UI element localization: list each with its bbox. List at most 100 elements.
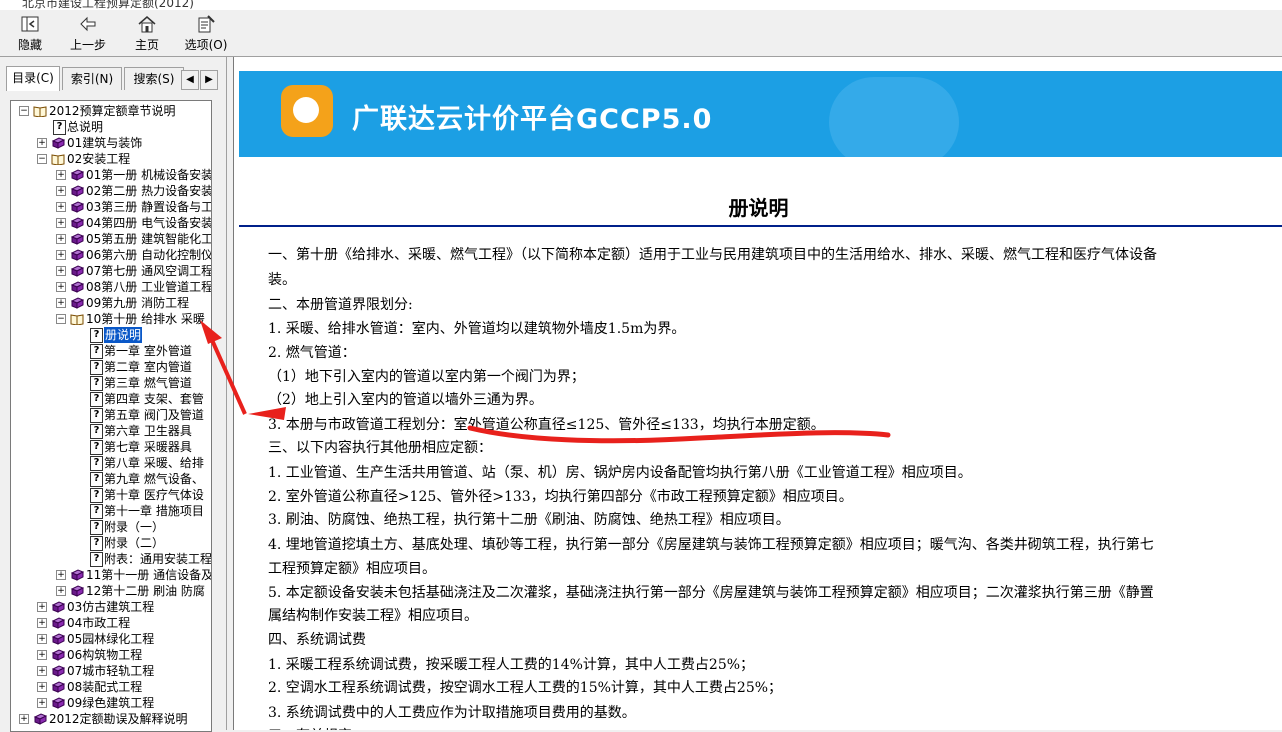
tab-scroll-left-button[interactable]: ◀ [181, 70, 199, 90]
pane-splitter[interactable] [226, 57, 233, 730]
tree-item-label: 第二章 室内管道 [104, 360, 192, 374]
book-icon [51, 665, 65, 677]
tree-item-label: 12第十二册 刷油 防腐 [86, 584, 205, 598]
expand-icon[interactable]: + [37, 602, 47, 612]
expand-icon[interactable]: + [56, 202, 66, 212]
tree-item-label: 08第八册 工业管道工程 [86, 280, 212, 294]
tree-item-label: 第七章 采暖器具 [104, 440, 192, 454]
tree-item[interactable]: ? 第二章 室内管道 [11, 359, 211, 375]
expand-icon[interactable]: + [37, 666, 47, 676]
book-icon [51, 617, 65, 629]
tree-item[interactable]: +05第五册 建筑智能化工 [11, 231, 211, 247]
document-paragraph: 一、第十册《给排水、采暖、燃气工程》（以下简称本定额）适用于工业与民用建筑项目中… [268, 247, 1157, 263]
expand-icon[interactable]: + [37, 698, 47, 708]
expand-icon[interactable]: + [37, 138, 47, 148]
hide-button[interactable]: 隐藏 [14, 12, 46, 54]
tree-item[interactable]: +12第十二册 刷油 防腐 [11, 583, 211, 599]
tree-item[interactable]: − 10第十册 给排水 采暖 [11, 311, 211, 327]
document-paragraph: 4. 埋地管道挖填土方、基底处理、填砂等工程，执行第一部分《房屋建筑与装饰工程预… [268, 537, 1154, 553]
tree-item[interactable]: ? 第十一章 措施项目 [11, 503, 211, 519]
tree-item[interactable]: − 2012预算定额章节说明 [11, 103, 211, 119]
tree-item[interactable]: +09第九册 消防工程 [11, 295, 211, 311]
book-icon [33, 713, 47, 725]
title-bar: 北京市建设工程预算定额(2012) [0, 0, 1282, 10]
tree-item[interactable]: +01建筑与装饰 [11, 135, 211, 151]
back-button[interactable]: 上一步 [68, 12, 108, 54]
tree-item[interactable]: ? 第三章 燃气管道 [11, 375, 211, 391]
tree-item[interactable]: ? 第五章 阀门及管道 [11, 407, 211, 423]
tree-item[interactable]: ? 第一章 室外管道 [11, 343, 211, 359]
help-page-icon: ? [90, 424, 103, 439]
document-paragraph: 三、以下内容执行其他册相应定额： [268, 440, 492, 456]
tree-item[interactable]: +07第七册 通风空调工程 [11, 263, 211, 279]
tree-item-label: 03仿古建筑工程 [67, 600, 155, 614]
tree-item[interactable]: ? 第四章 支架、套管 [11, 391, 211, 407]
expand-icon[interactable]: + [37, 650, 47, 660]
tab-scroll-right-button[interactable]: ▶ [200, 70, 218, 90]
book-icon [70, 249, 84, 261]
tree-item[interactable]: +04第四册 电气设备安装 [11, 215, 211, 231]
expand-icon[interactable]: + [19, 714, 29, 724]
expand-icon[interactable]: + [56, 570, 66, 580]
tree-item[interactable]: +2012定额勘误及解释说明 [11, 711, 211, 727]
tab-search[interactable]: 搜索(S) [124, 67, 184, 90]
expand-icon[interactable]: + [56, 170, 66, 180]
tree-item[interactable]: ? 第九章 燃气设备、 [11, 471, 211, 487]
tree-item[interactable]: ? 第七章 采暖器具 [11, 439, 211, 455]
hide-icon [21, 16, 39, 32]
options-icon [198, 15, 215, 33]
tab-index[interactable]: 索引(N) [62, 67, 122, 90]
tree-item[interactable]: ? 第六章 卫生器具 [11, 423, 211, 439]
tree-item[interactable]: ? 第八章 采暖、给排 [11, 455, 211, 471]
tab-contents[interactable]: 目录(C) [6, 66, 60, 91]
expand-icon[interactable]: + [37, 618, 47, 628]
book-icon [70, 281, 84, 293]
tree-item-label: 第一章 室外管道 [104, 344, 192, 358]
expand-icon[interactable]: + [56, 186, 66, 196]
tree-item[interactable]: +05园林绿化工程 [11, 631, 211, 647]
tree-item[interactable]: +02第二册 热力设备安装 [11, 183, 211, 199]
collapse-icon[interactable]: − [37, 154, 47, 164]
tree-item[interactable]: ? 附录（二） [11, 535, 211, 551]
expand-icon[interactable]: + [56, 218, 66, 228]
contents-tree[interactable]: −2012预算定额章节说明? 总说明 +01建筑与装饰 −02安装工程 +01第一册 机… [10, 100, 212, 732]
help-page-icon: ? [90, 536, 103, 551]
tree-item[interactable]: +01第一册 机械设备安装 [11, 167, 211, 183]
tree-item-label: 附表：通用安装工程 [104, 552, 212, 566]
tree-item[interactable]: +11第十一册 通信设备及 [11, 567, 211, 583]
expand-icon[interactable]: + [56, 586, 66, 596]
tree-item[interactable]: +04市政工程 [11, 615, 211, 631]
expand-icon[interactable]: + [56, 266, 66, 276]
tree-item[interactable]: +06构筑物工程 [11, 647, 211, 663]
tree-item[interactable]: +03仿古建筑工程 [11, 599, 211, 615]
tree-item[interactable]: ? 总说明 [11, 119, 211, 135]
tree-item[interactable]: ? 第十章 医疗气体设 [11, 487, 211, 503]
tree-item-label: 01第一册 机械设备安装 [86, 168, 212, 182]
tree-item[interactable]: +08第八册 工业管道工程 [11, 279, 211, 295]
tree-item[interactable]: +09绿色建筑工程 [11, 695, 211, 711]
tree-item[interactable]: +07城市轻轨工程 [11, 663, 211, 679]
expand-icon[interactable]: + [37, 634, 47, 644]
tree-item-label: 04市政工程 [67, 616, 131, 630]
book-icon [70, 233, 84, 245]
home-label: 主页 [134, 38, 159, 52]
tree-item[interactable]: ? 附表：通用安装工程 [11, 551, 211, 567]
tree-item[interactable]: +08装配式工程 [11, 679, 211, 695]
expand-icon[interactable]: + [56, 234, 66, 244]
help-page-icon: ? [90, 520, 103, 535]
expand-icon[interactable]: + [56, 282, 66, 292]
tree-item[interactable]: +06第六册 自动化控制仪 [11, 247, 211, 263]
tree-item[interactable]: ? 册说明 [11, 326, 211, 344]
expand-icon[interactable]: + [37, 682, 47, 692]
tree-item[interactable]: ? 附录（一） [11, 519, 211, 535]
toolbar: 隐藏 上一步 主页 选项(O) [0, 10, 1282, 56]
home-button[interactable]: 主页 [132, 12, 162, 54]
collapse-icon[interactable]: − [19, 106, 29, 116]
collapse-icon[interactable]: − [56, 314, 66, 324]
tree-item[interactable]: +03第三册 静置设备与工 [11, 199, 211, 215]
document-paragraph: 四、系统调试费 [268, 632, 366, 648]
expand-icon[interactable]: + [56, 250, 66, 260]
options-button[interactable]: 选项(O) [184, 12, 228, 54]
expand-icon[interactable]: + [56, 298, 66, 308]
tree-item[interactable]: − 02安装工程 [11, 151, 211, 167]
